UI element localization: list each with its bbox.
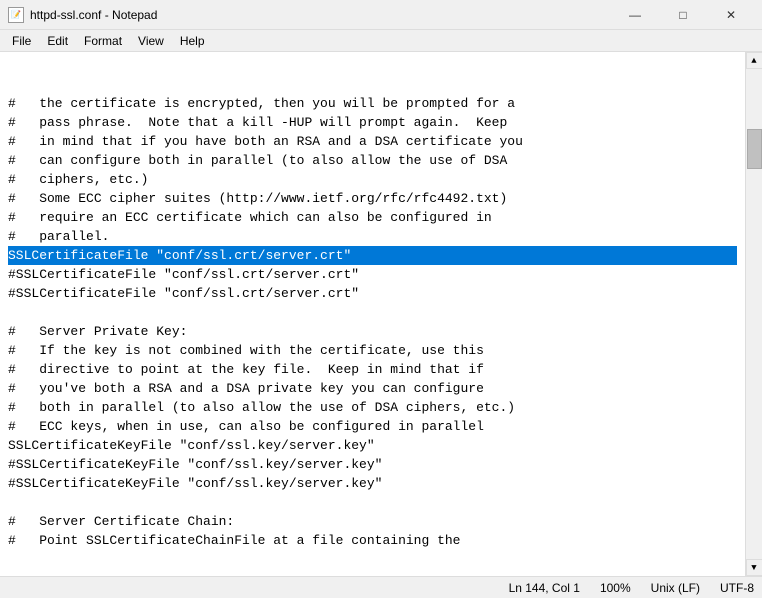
code-line[interactable]: #SSLCertificateKeyFile "conf/ssl.key/ser… <box>8 455 737 474</box>
menu-file[interactable]: File <box>4 32 39 50</box>
cursor-position: Ln 144, Col 1 <box>509 581 580 595</box>
editor-content[interactable]: # the certificate is encrypted, then you… <box>0 52 745 576</box>
menu-format[interactable]: Format <box>76 32 130 50</box>
code-lines: # the certificate is encrypted, then you… <box>0 56 745 550</box>
code-line[interactable]: # in mind that if you have both an RSA a… <box>8 132 737 151</box>
menu-bar: File Edit Format View Help <box>0 30 762 52</box>
code-line[interactable]: # ciphers, etc.) <box>8 170 737 189</box>
code-line[interactable]: # require an ECC certificate which can a… <box>8 208 737 227</box>
code-line[interactable]: # ECC keys, when in use, can also be con… <box>8 417 737 436</box>
menu-help[interactable]: Help <box>172 32 213 50</box>
code-line[interactable]: # both in parallel (to also allow the us… <box>8 398 737 417</box>
code-line[interactable]: # Server Certificate Chain: <box>8 512 737 531</box>
code-line[interactable]: #SSLCertificateFile "conf/ssl.crt/server… <box>8 284 737 303</box>
code-line[interactable]: # directive to point at the key file. Ke… <box>8 360 737 379</box>
scroll-up-arrow[interactable]: ▲ <box>746 52 762 69</box>
code-line[interactable] <box>8 303 737 322</box>
status-bar: Ln 144, Col 1 100% Unix (LF) UTF-8 <box>0 576 762 598</box>
code-line[interactable]: # pass phrase. Note that a kill -HUP wil… <box>8 113 737 132</box>
encoding: UTF-8 <box>720 581 754 595</box>
title-bar: 📝 httpd-ssl.conf - Notepad — □ ✕ <box>0 0 762 30</box>
scroll-down-arrow[interactable]: ▼ <box>746 559 762 576</box>
title-bar-left: 📝 httpd-ssl.conf - Notepad <box>8 7 157 23</box>
code-line[interactable]: SSLCertificateKeyFile "conf/ssl.key/serv… <box>8 436 737 455</box>
menu-view[interactable]: View <box>130 32 172 50</box>
code-line[interactable]: # you've both a RSA and a DSA private ke… <box>8 379 737 398</box>
window-title: httpd-ssl.conf - Notepad <box>30 8 157 22</box>
code-line[interactable]: # Some ECC cipher suites (http://www.iet… <box>8 189 737 208</box>
window-controls: — □ ✕ <box>612 5 754 25</box>
code-line[interactable]: # the certificate is encrypted, then you… <box>8 94 737 113</box>
code-line[interactable]: SSLCertificateFile "conf/ssl.crt/server.… <box>8 246 737 265</box>
code-line[interactable]: # parallel. <box>8 227 737 246</box>
maximize-button[interactable]: □ <box>660 5 706 25</box>
code-line[interactable]: # If the key is not combined with the ce… <box>8 341 737 360</box>
menu-edit[interactable]: Edit <box>39 32 76 50</box>
editor-container[interactable]: # the certificate is encrypted, then you… <box>0 52 762 576</box>
zoom-level: 100% <box>600 581 631 595</box>
code-line[interactable]: # can configure both in parallel (to als… <box>8 151 737 170</box>
code-line[interactable]: # Server Private Key: <box>8 322 737 341</box>
minimize-button[interactable]: — <box>612 5 658 25</box>
code-line[interactable]: #SSLCertificateFile "conf/ssl.crt/server… <box>8 265 737 284</box>
line-ending: Unix (LF) <box>651 581 700 595</box>
close-button[interactable]: ✕ <box>708 5 754 25</box>
app-icon: 📝 <box>8 7 24 23</box>
vertical-scrollbar[interactable]: ▲ ▼ <box>745 52 762 576</box>
scroll-thumb[interactable] <box>747 129 762 169</box>
code-line[interactable]: #SSLCertificateKeyFile "conf/ssl.key/ser… <box>8 474 737 493</box>
code-line[interactable] <box>8 493 737 512</box>
code-line[interactable]: # Point SSLCertificateChainFile at a fil… <box>8 531 737 550</box>
